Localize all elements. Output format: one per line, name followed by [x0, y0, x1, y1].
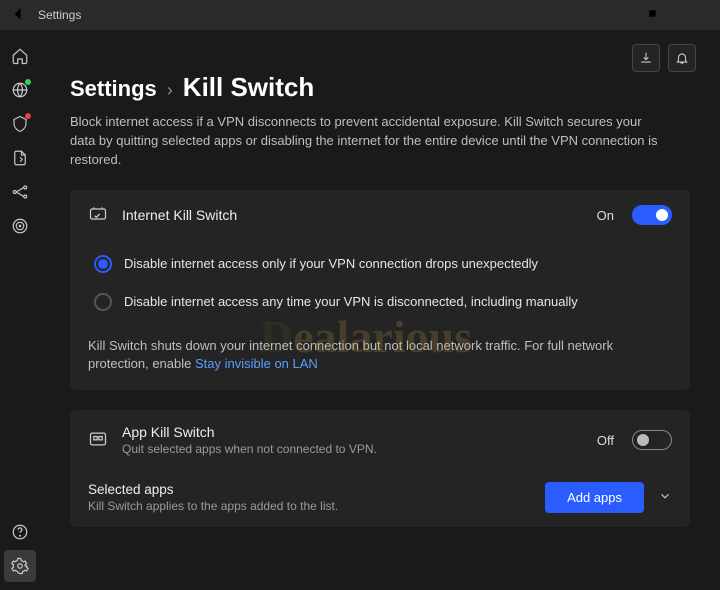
nav-help-icon[interactable]	[4, 516, 36, 548]
radio-indicator	[94, 293, 112, 311]
internet-kill-switch-card: Internet Kill Switch On Disable internet…	[70, 190, 690, 391]
breadcrumb: Settings › Kill Switch	[70, 72, 690, 103]
download-icon[interactable]	[632, 44, 660, 72]
radio-indicator	[94, 255, 112, 273]
nav-threat-protection-icon[interactable]	[4, 108, 36, 140]
app-kill-switch-toggle[interactable]	[632, 430, 672, 450]
minimize-button[interactable]	[592, 8, 632, 23]
radio-label: Disable internet access only if your VPN…	[124, 256, 538, 271]
selected-apps-title: Selected apps	[88, 482, 338, 497]
selected-apps-subtitle: Kill Switch applies to the apps added to…	[88, 499, 338, 513]
bell-icon[interactable]	[668, 44, 696, 72]
sidebar	[0, 30, 40, 590]
top-actions	[632, 44, 696, 72]
maximize-button[interactable]	[632, 8, 672, 22]
nav-home-icon[interactable]	[4, 40, 36, 72]
add-apps-button[interactable]: Add apps	[545, 482, 644, 513]
app-kill-switch-subtitle: Quit selected apps when not connected to…	[122, 442, 377, 456]
app-kill-switch-card: App Kill Switch Quit selected apps when …	[70, 410, 690, 527]
radio-label: Disable internet access any time your VP…	[124, 294, 578, 309]
kill-switch-icon	[88, 204, 108, 227]
nav-target-icon[interactable]	[4, 210, 36, 242]
nav-file-icon[interactable]	[4, 142, 36, 174]
expand-selected-apps-icon[interactable]	[658, 489, 672, 506]
internet-kill-switch-state: On	[597, 208, 614, 223]
content: Settings › Kill Switch Block internet ac…	[40, 30, 720, 590]
back-button[interactable]	[8, 4, 28, 27]
app-kill-switch-title: App Kill Switch	[122, 424, 377, 440]
radio-option-any-disconnect[interactable]: Disable internet access any time your VP…	[88, 283, 672, 321]
breadcrumb-root[interactable]: Settings	[70, 76, 157, 102]
nav-mesh-icon[interactable]	[4, 176, 36, 208]
internet-kill-switch-header: Internet Kill Switch On	[70, 190, 690, 241]
selected-apps-row: Selected apps Kill Switch applies to the…	[70, 470, 690, 527]
page-title: Kill Switch	[183, 72, 314, 103]
window-title: Settings	[38, 8, 81, 22]
nav-vpn-icon[interactable]	[4, 74, 36, 106]
page-description: Block internet access if a VPN disconnec…	[70, 113, 670, 170]
kill-switch-mode-radio-group: Disable internet access only if your VPN…	[70, 241, 690, 331]
internet-kill-switch-note: Kill Switch shuts down your internet con…	[70, 331, 690, 391]
titlebar: Settings	[0, 0, 720, 30]
app-kill-switch-state: Off	[597, 433, 614, 448]
close-button[interactable]	[672, 8, 712, 23]
app-kill-switch-icon	[88, 429, 108, 452]
stay-invisible-on-lan-link[interactable]: Stay invisible on LAN	[195, 356, 318, 371]
radio-option-unexpected-drop[interactable]: Disable internet access only if your VPN…	[88, 245, 672, 283]
app-kill-switch-header: App Kill Switch Quit selected apps when …	[70, 410, 690, 470]
nav-settings-icon[interactable]	[4, 550, 36, 582]
breadcrumb-separator: ›	[167, 80, 173, 101]
internet-kill-switch-title: Internet Kill Switch	[122, 207, 237, 223]
main: Settings › Kill Switch Block internet ac…	[0, 30, 720, 590]
internet-kill-switch-toggle[interactable]	[632, 205, 672, 225]
